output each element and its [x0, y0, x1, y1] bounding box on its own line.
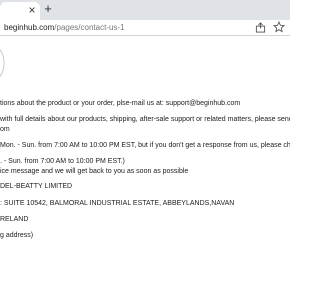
address-line: : SUITE 10542, BALMORAL INDUSTRIAL ESTAT… — [0, 200, 235, 207]
url-path: /pages/contact-us-1 — [54, 23, 125, 32]
address-bar[interactable]: beginhub.com/pages/contact-us-1 — [0, 20, 290, 36]
url-host: beginhub.com — [4, 23, 55, 32]
logo-fragment — [0, 48, 5, 78]
share-icon[interactable] — [255, 22, 266, 33]
phone-hours-line: . - Sun. from 7:00 AM to 10:00 PM EST.) — [0, 158, 125, 165]
response-hours-line: Mon. - Sun. from 7:00 AM to 10:00 PM EST… — [0, 142, 290, 149]
voice-message-line: ice message and we will get back to you … — [0, 168, 189, 175]
address-note-line: g address) — [0, 232, 34, 239]
tab-strip: × + — [0, 0, 290, 20]
close-tab-icon[interactable]: × — [25, 3, 39, 17]
company-name-line: DEL-BEATTY LIMITED — [0, 183, 73, 190]
page-content: tions about the product or your order, p… — [0, 37, 290, 290]
country-line: RELAND — [0, 216, 29, 223]
bookmark-star-icon[interactable] — [273, 21, 285, 33]
contact-email-line: tions about the product or your order, p… — [0, 100, 241, 107]
url-text[interactable]: beginhub.com/pages/contact-us-1 — [4, 22, 125, 33]
inquiry-info-line-cont: om — [0, 126, 10, 133]
new-tab-icon[interactable]: + — [41, 2, 55, 16]
inquiry-info-line: with full details about our products, sh… — [0, 116, 290, 123]
